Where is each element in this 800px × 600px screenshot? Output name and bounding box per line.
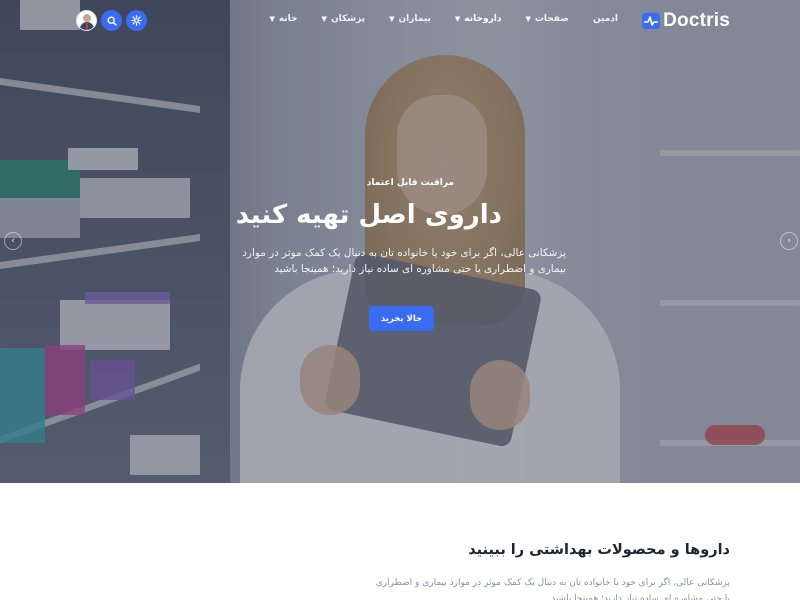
nav-item-home[interactable]: خانه ▼ bbox=[269, 14, 297, 24]
slider-prev-button[interactable]: ‹ bbox=[4, 232, 22, 250]
nav-item-label: صفحات bbox=[534, 14, 569, 24]
hero-content: مراقبت قابل اعتماد داروی اصل تهیه کنید پ… bbox=[220, 178, 566, 331]
nav-item-doctors[interactable]: پزشکان ▼ bbox=[322, 14, 366, 24]
nav-item-pharmacy[interactable]: داروخانه ▼ bbox=[455, 14, 502, 24]
nav-item-label: خانه bbox=[278, 14, 298, 24]
nav-item-label: داروخانه bbox=[464, 14, 502, 24]
chevron-down-icon: ▼ bbox=[525, 15, 531, 23]
hero-title: داروی اصل تهیه کنید bbox=[235, 200, 502, 230]
chevron-right-icon: › bbox=[787, 236, 791, 246]
section-description: پزشکانی عالی، اگر برای خود یا خانواده تا… bbox=[375, 578, 730, 600]
hero-eyebrow: مراقبت قابل اعتماد bbox=[366, 178, 454, 188]
nav-item-label: پزشکان bbox=[330, 14, 366, 24]
chevron-down-icon: ▼ bbox=[321, 15, 327, 23]
chevron-down-icon: ▼ bbox=[389, 15, 395, 23]
main-menu: خانه ▼ پزشکان ▼ بیماران ▼ داروخانه ▼ صفح… bbox=[245, 14, 618, 24]
search-button[interactable] bbox=[101, 10, 122, 31]
nav-tools bbox=[76, 10, 147, 31]
chevron-down-icon: ▼ bbox=[269, 15, 275, 23]
nav-item-pages[interactable]: صفحات ▼ bbox=[525, 14, 568, 24]
hero-banner: Doctris خانه ▼ پزشکان ▼ بیماران ▼ داروخا… bbox=[0, 0, 800, 483]
products-section: داروها و محصولات بهداشتی را ببینید پزشکا… bbox=[0, 483, 800, 600]
nav-item-admin[interactable]: ادمین bbox=[593, 14, 618, 24]
section-title: داروها و محصولات بهداشتی را ببینید bbox=[468, 542, 730, 558]
settings-button[interactable] bbox=[126, 10, 147, 31]
nav-item-label: ادمین bbox=[592, 14, 618, 24]
buy-now-button[interactable]: حالا بخرید bbox=[369, 306, 434, 331]
chevron-down-icon: ▼ bbox=[454, 15, 461, 23]
gear-icon bbox=[131, 15, 142, 26]
chevron-left-icon: ‹ bbox=[11, 236, 15, 246]
heartbeat-icon bbox=[642, 13, 661, 29]
slider-next-button[interactable]: › bbox=[780, 232, 798, 250]
logo-text: Doctris bbox=[663, 10, 730, 31]
hero-description: پزشکانی عالی، اگر برای خود یا خانواده تا… bbox=[242, 247, 566, 276]
nav-item-label: بیماران bbox=[398, 14, 431, 24]
user-avatar[interactable] bbox=[76, 10, 97, 31]
nav-item-patients[interactable]: بیماران ▼ bbox=[389, 14, 431, 24]
logo[interactable]: Doctris bbox=[642, 10, 730, 32]
search-icon bbox=[106, 15, 117, 26]
